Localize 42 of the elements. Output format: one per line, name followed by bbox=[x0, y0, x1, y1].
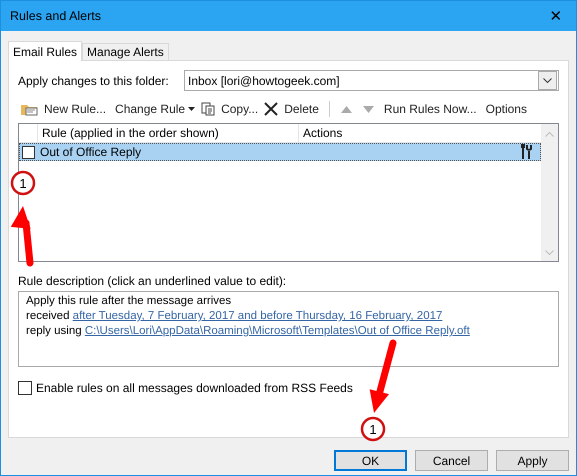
toolbar-button[interactable]: Options bbox=[482, 100, 530, 118]
value-link[interactable]: C:\Users\Lori\AppData\Roaming\Microsoft\Templates\Out of Office Reply.oft bbox=[84, 325, 470, 337]
scroll-up-icon bbox=[545, 132, 554, 137]
folder-label: Apply changes to this folder: bbox=[18, 74, 170, 88]
step-badge: 1 bbox=[360, 416, 386, 442]
caret-icon bbox=[188, 107, 196, 111]
value-link[interactable]: after Tuesday, 7 February, 2017 and before Thursday, 16 February, 2017 bbox=[72, 310, 442, 322]
up-triangle-icon bbox=[340, 106, 352, 112]
toolbar-button[interactable]: Copy... bbox=[218, 100, 262, 118]
dialog-button[interactable]: Cancel bbox=[415, 450, 488, 471]
checkbox[interactable] bbox=[22, 146, 35, 158]
rule-name: Out of Office Reply bbox=[40, 145, 142, 159]
toolbar-button[interactable]: New Rule... bbox=[41, 100, 110, 118]
tab[interactable]: Email Rules bbox=[8, 41, 82, 61]
scrollbar[interactable] bbox=[541, 124, 558, 261]
description-text: received bbox=[26, 310, 70, 322]
down-triangle-icon bbox=[362, 106, 374, 112]
scroll-down-icon bbox=[545, 250, 554, 255]
chevron-down-icon bbox=[543, 78, 552, 83]
column-header: Actions bbox=[302, 125, 344, 142]
dialog-button[interactable]: Apply bbox=[496, 450, 569, 471]
column-header: Rule (applied in the order shown) bbox=[38, 124, 299, 142]
close-button[interactable]: ✕ bbox=[536, 1, 576, 31]
dialog-button[interactable]: OK bbox=[334, 450, 407, 471]
tools-icon bbox=[520, 144, 534, 160]
rule-row[interactable]: Out of Office Reply bbox=[19, 143, 541, 161]
checkbox-label: Enable rules on all messages downloaded from RSS Feeds bbox=[36, 381, 353, 395]
x-icon bbox=[264, 102, 278, 116]
callout-arrow bbox=[10, 206, 34, 266]
window-title: Rules and Alerts bbox=[10, 9, 102, 23]
folder-dropdown[interactable]: Inbox [lori@howtogeek.com] bbox=[184, 70, 559, 91]
copy-icon bbox=[201, 102, 216, 116]
step-badge: 1 bbox=[10, 170, 36, 196]
description-text: reply using bbox=[26, 325, 82, 337]
toolbar-button[interactable]: Delete bbox=[281, 100, 322, 118]
folder-icon bbox=[20, 102, 38, 116]
tab[interactable]: Manage Alerts bbox=[82, 43, 169, 60]
toolbar-button[interactable]: Run Rules Now... bbox=[380, 100, 480, 118]
toolbar-button[interactable]: Change Rule bbox=[112, 100, 198, 118]
checkbox[interactable] bbox=[18, 381, 32, 395]
description-label: Rule description (click an underlined value to edit): bbox=[18, 274, 288, 288]
description-text: Apply this rule after the message arrives bbox=[26, 295, 232, 307]
